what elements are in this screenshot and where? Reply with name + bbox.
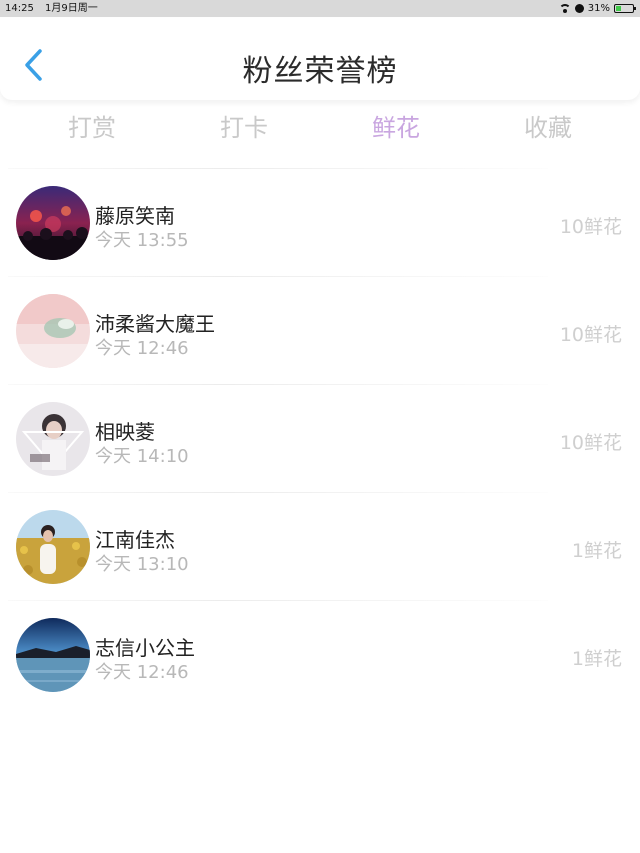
tab-bar: 打赏 打卡 鲜花 收藏	[0, 104, 640, 144]
divider	[8, 168, 548, 169]
tab-flowers[interactable]: 鲜花	[336, 108, 456, 143]
fan-name: 相映菱	[95, 420, 155, 444]
avatar[interactable]	[16, 510, 90, 584]
fan-time: 今天 12:46	[95, 338, 189, 359]
tab-favorites[interactable]: 收藏	[488, 108, 608, 143]
flower-count: 1鲜花	[571, 648, 622, 670]
battery-percent: 31%	[587, 3, 610, 14]
divider	[8, 276, 548, 277]
list-item[interactable]: 相映菱 今天 14:10 10鲜花	[0, 384, 640, 492]
concert-crowd-avatar	[16, 186, 90, 260]
flower-count: 10鲜花	[559, 216, 622, 238]
list-item[interactable]: 沛柔酱大魔王 今天 12:46 10鲜花	[0, 276, 640, 384]
fan-name: 沛柔酱大魔王	[95, 312, 215, 336]
page-title: 粉丝荣誉榜	[242, 54, 398, 89]
list-item[interactable]: 江南佳杰 今天 13:10 1鲜花	[0, 492, 640, 600]
flower-count: 1鲜花	[571, 540, 622, 562]
fan-name: 江南佳杰	[95, 528, 175, 552]
tab-reward[interactable]: 打赏	[32, 108, 152, 143]
divider	[8, 492, 548, 493]
avatar[interactable]	[16, 294, 90, 368]
avatar[interactable]	[16, 402, 90, 476]
wifi-icon	[558, 4, 571, 13]
header: 粉丝荣誉榜	[0, 18, 640, 100]
status-right: 31%	[558, 0, 636, 17]
status-date: 1月9日周一	[45, 3, 98, 14]
fan-name: 藤原笑南	[95, 204, 175, 228]
status-bar: 14:25 1月9日周一 31%	[0, 0, 640, 17]
flower-count: 10鲜花	[559, 432, 622, 454]
fan-name: 志信小公主	[95, 636, 195, 660]
avatar[interactable]	[16, 186, 90, 260]
flower-field-avatar	[16, 510, 90, 584]
pink-illustration-avatar	[16, 294, 90, 368]
fan-time: 今天 12:46	[95, 662, 189, 683]
alarm-icon	[574, 4, 584, 13]
avatar[interactable]	[16, 618, 90, 692]
fan-time: 今天 13:10	[95, 554, 189, 575]
status-left: 14:25 1月9日周一	[5, 0, 106, 17]
status-time: 14:25	[5, 3, 34, 14]
tab-checkin[interactable]: 打卡	[184, 108, 304, 143]
divider	[8, 384, 548, 385]
lake-landscape-avatar	[16, 618, 90, 692]
fan-time: 今天 13:55	[95, 230, 189, 251]
fan-time: 今天 14:10	[95, 446, 189, 467]
battery-fill	[616, 6, 621, 11]
list-item[interactable]: 志信小公主 今天 12:46 1鲜花	[0, 600, 640, 708]
portrait-avatar	[16, 402, 90, 476]
flower-count: 10鲜花	[559, 324, 622, 346]
list-item[interactable]: 藤原笑南 今天 13:55 10鲜花	[0, 168, 640, 276]
divider	[8, 600, 548, 601]
battery-icon	[614, 4, 636, 13]
